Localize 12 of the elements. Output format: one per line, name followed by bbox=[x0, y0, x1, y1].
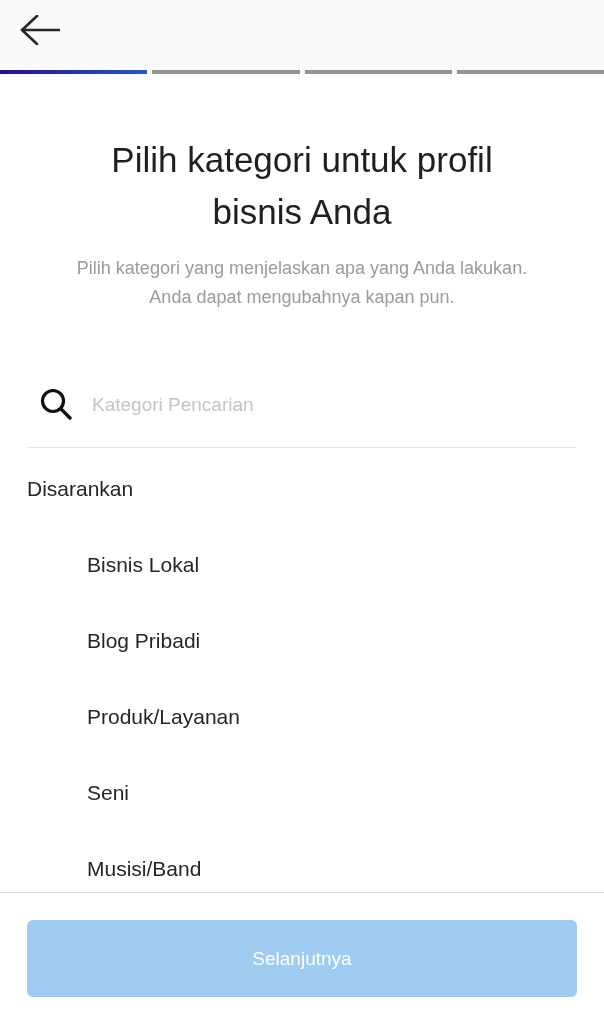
category-item[interactable]: Produk/Layanan bbox=[87, 703, 577, 731]
back-button[interactable] bbox=[18, 14, 62, 46]
page-title: Pilih kategori untuk profil bisnis Anda bbox=[110, 139, 494, 233]
search-icon bbox=[40, 387, 72, 420]
category-item[interactable]: Musisi/Band bbox=[87, 855, 577, 883]
back-arrow-icon bbox=[20, 15, 60, 45]
category-item[interactable]: Bisnis Lokal bbox=[87, 551, 577, 579]
section-heading: Disarankan bbox=[27, 476, 135, 502]
search-field[interactable]: Kategori Pencarian bbox=[92, 390, 577, 420]
category-item[interactable]: Seni bbox=[87, 779, 577, 807]
category-item[interactable]: Blog Pribadi bbox=[87, 627, 577, 655]
page-subtitle: Pilih kategori yang menjelaskan apa yang Anda lakukan. Anda dapat mengubahnya kapan pun. bbox=[75, 257, 529, 309]
